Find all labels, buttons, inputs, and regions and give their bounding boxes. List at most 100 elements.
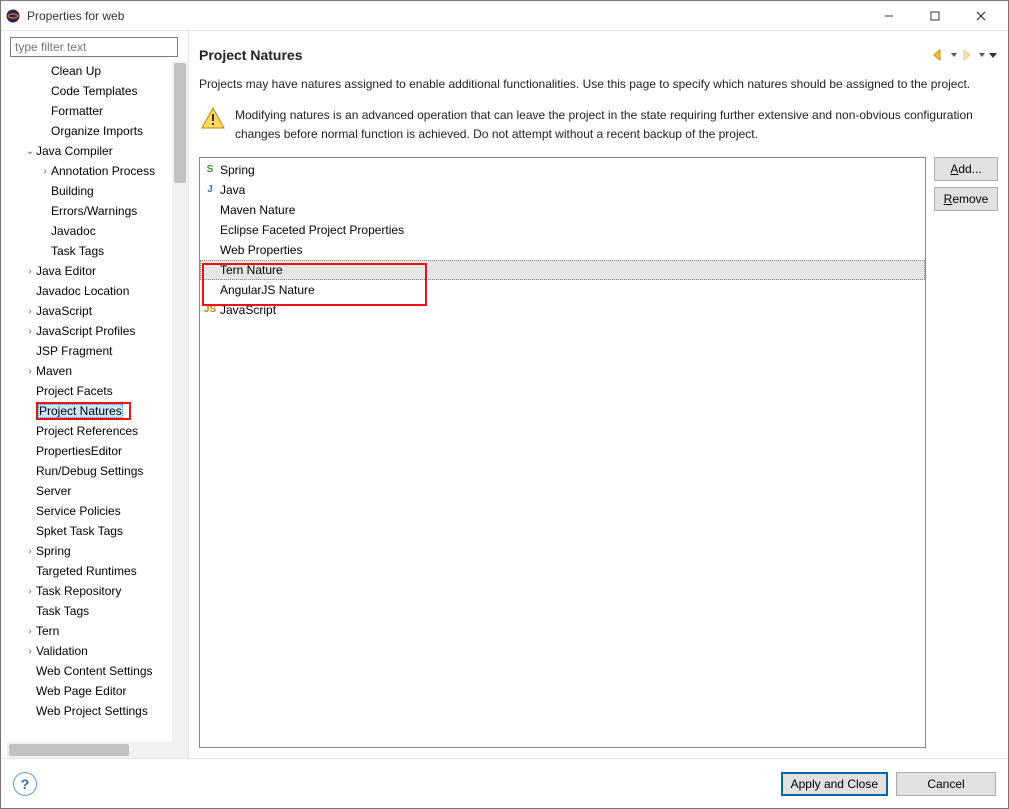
natures-list[interactable]: S Spring JJavaMaven NatureEclipse Faceted … [199, 157, 926, 748]
help-button[interactable]: ? [13, 772, 37, 796]
tree-item-label: Organize Imports [51, 124, 143, 138]
maximize-button[interactable] [912, 2, 958, 30]
twisty-icon: › [24, 546, 36, 557]
tree-item[interactable]: Task Tags [7, 241, 172, 261]
back-icon[interactable] [932, 49, 948, 61]
forward-icon[interactable] [960, 49, 976, 61]
tree-item[interactable]: Project References [7, 421, 172, 441]
twisty-icon: › [39, 166, 51, 177]
page-description: Projects may have natures assigned to en… [199, 69, 998, 102]
tree-item[interactable]: ⌄Java Compiler [7, 141, 172, 161]
tree-item[interactable]: Server [7, 481, 172, 501]
horizontal-scrollbar[interactable] [7, 742, 172, 758]
tree-item[interactable]: ›Task Repository [7, 581, 172, 601]
properties-dialog: Properties for web Clean UpCode Template… [0, 0, 1009, 809]
tree-item[interactable]: Organize Imports [7, 121, 172, 141]
forward-menu-icon[interactable] [978, 49, 986, 61]
nature-label: Web Properties [220, 243, 302, 257]
tree-item[interactable]: ›JavaScript [7, 301, 172, 321]
nature-row[interactable]: Eclipse Faceted Project Properties [200, 220, 925, 240]
tree-item[interactable]: ›Tern [7, 621, 172, 641]
dialog-footer: ? Apply and Close Cancel [1, 758, 1008, 808]
tree-item[interactable]: Task Tags [7, 601, 172, 621]
nature-row[interactable]: S Spring [200, 160, 925, 180]
nature-label: AngularJS Nature [220, 283, 315, 297]
minimize-button[interactable] [866, 2, 912, 30]
tree-item-label: Maven [36, 364, 72, 378]
tree-item[interactable]: Web Project Settings [7, 701, 172, 721]
tree-item-label: Annotation Process [51, 164, 155, 178]
tree-item-label: JavaScript [36, 304, 92, 318]
nature-label: Spring [220, 163, 255, 177]
tree-item[interactable]: PropertiesEditor [7, 441, 172, 461]
tree-item-label: Building [51, 184, 94, 198]
dialog-body: Clean Up Code Templates Formatter Organize … [1, 31, 1008, 758]
tree-item-label: Project References [36, 424, 138, 438]
nature-icon: S [204, 164, 216, 175]
tree-item[interactable]: ›JavaScript Profiles [7, 321, 172, 341]
tree-item[interactable]: Errors/Warnings [7, 201, 172, 221]
back-menu-icon[interactable] [950, 49, 958, 61]
tree-item-label: Server [36, 484, 71, 498]
apply-close-button[interactable]: Apply and Close [781, 772, 888, 796]
tree-item-label: Web Page Editor [36, 684, 127, 698]
tree-item-label: Clean Up [51, 64, 101, 78]
twisty-icon: › [24, 266, 36, 277]
tree-item[interactable]: JSP Fragment [7, 341, 172, 361]
natures-area: S Spring JJavaMaven NatureEclipse Faceted … [199, 155, 998, 748]
nature-row[interactable]: JJava [200, 180, 925, 200]
nature-row[interactable]: Tern Nature [200, 260, 925, 280]
tree-item-label: Errors/Warnings [51, 204, 137, 218]
tree-item[interactable]: Run/Debug Settings [7, 461, 172, 481]
add-button[interactable]: Add... [934, 157, 998, 181]
nature-label: Java [220, 183, 245, 197]
tree-item[interactable]: ›Validation [7, 641, 172, 661]
category-sidebar: Clean Up Code Templates Formatter Organize … [1, 31, 189, 758]
page-header: Project Natures [199, 41, 998, 69]
horizontal-scroll-thumb[interactable] [9, 744, 129, 756]
tree-item[interactable]: ›Java Editor [7, 261, 172, 281]
warning-text: Modifying natures is an advanced operati… [235, 106, 998, 144]
twisty-icon: › [24, 366, 36, 377]
tree-item[interactable]: ›Annotation Process [7, 161, 172, 181]
tree-item[interactable]: Formatter [7, 101, 172, 121]
tree-item[interactable]: Code Templates [7, 81, 172, 101]
tree-item-label: Formatter [51, 104, 103, 118]
tree-item[interactable]: Javadoc [7, 221, 172, 241]
tree-item-label: Project Facets [36, 384, 113, 398]
vertical-scroll-thumb[interactable] [174, 63, 186, 183]
nature-row[interactable]: Maven Nature [200, 200, 925, 220]
nature-label: JavaScript [220, 303, 276, 317]
tree-item[interactable]: Project Natures [7, 401, 172, 421]
tree-item[interactable]: Web Page Editor [7, 681, 172, 701]
tree-item[interactable]: Clean Up [7, 61, 172, 81]
main-panel: Project Natures Projects may have nature… [189, 31, 1008, 758]
nature-row[interactable]: Web Properties [200, 240, 925, 260]
tree-item[interactable]: Service Policies [7, 501, 172, 521]
tree-item-label: Web Project Settings [36, 704, 148, 718]
category-tree[interactable]: Clean Up Code Templates Formatter Organize … [7, 61, 172, 742]
twisty-icon: › [24, 586, 36, 597]
tree-item[interactable]: Project Facets [7, 381, 172, 401]
tree-item[interactable]: Building [7, 181, 172, 201]
tree-item-label: Task Tags [51, 244, 104, 258]
tree-item[interactable]: Javadoc Location [7, 281, 172, 301]
tree-item-label: Task Repository [36, 584, 121, 598]
tree-item[interactable]: Targeted Runtimes [7, 561, 172, 581]
remove-button[interactable]: Remove [934, 187, 998, 211]
nature-row[interactable]: JSJavaScript [200, 300, 925, 320]
tree-item[interactable]: Web Content Settings [7, 661, 172, 681]
tree-item[interactable]: ›Maven [7, 361, 172, 381]
tree-item-label: Java Compiler [36, 144, 113, 158]
nature-row[interactable]: AngularJS Nature [200, 280, 925, 300]
close-button[interactable] [958, 2, 1004, 30]
view-menu-icon[interactable] [988, 49, 998, 61]
tree-item[interactable]: ›Spring [7, 541, 172, 561]
cancel-button[interactable]: Cancel [896, 772, 996, 796]
vertical-scrollbar[interactable] [172, 61, 188, 742]
tree-item[interactable]: Spket Task Tags [7, 521, 172, 541]
filter-input[interactable] [10, 37, 178, 57]
tree-item-label: Java Editor [36, 264, 96, 278]
tree-item-label: JSP Fragment [36, 344, 112, 358]
category-tree-wrap: Clean Up Code Templates Formatter Organize … [7, 61, 188, 758]
